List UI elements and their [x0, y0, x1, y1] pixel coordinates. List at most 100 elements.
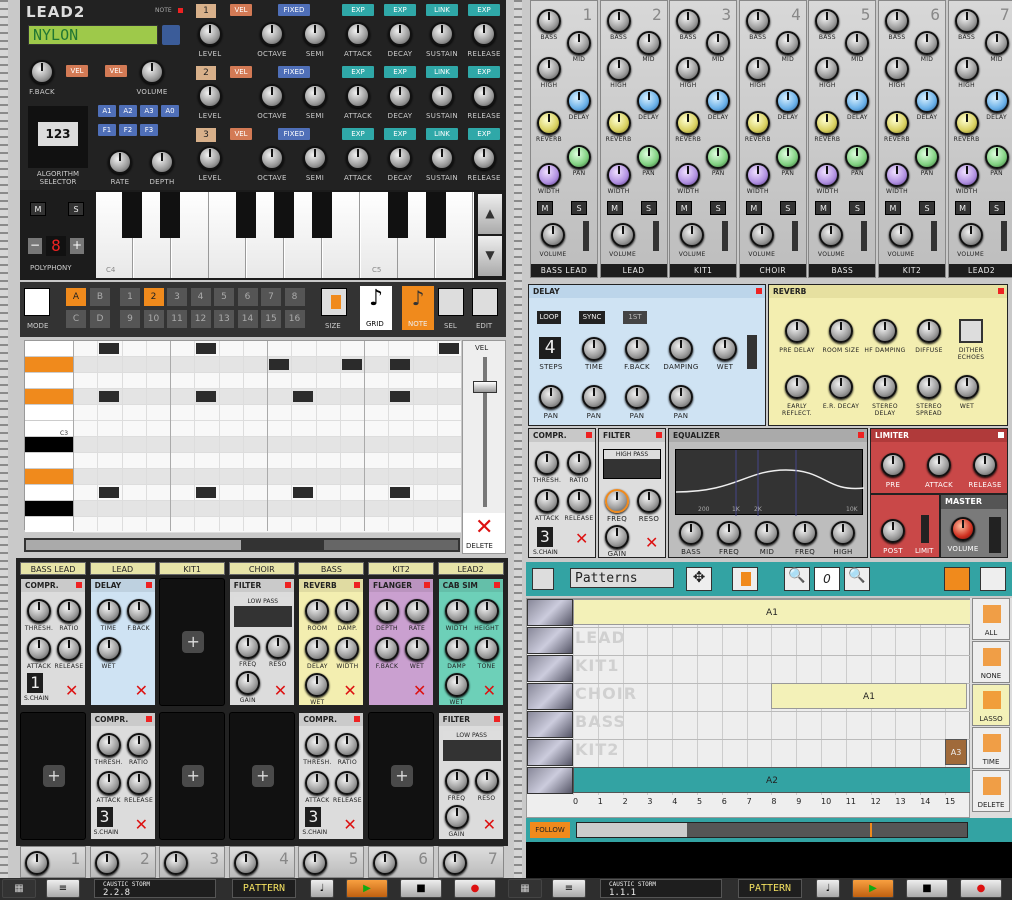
operator-1-octave-knob[interactable]	[260, 22, 284, 46]
master-filter-mode[interactable]: HIGH PASS	[604, 450, 660, 459]
sequencer-grid-icon[interactable]	[532, 568, 554, 590]
eq-bass-knob[interactable]	[679, 521, 703, 545]
mixer-bass-knob[interactable]	[815, 9, 840, 33]
channel-label-4[interactable]: CHOIR	[228, 562, 295, 575]
black-key[interactable]	[388, 192, 408, 238]
effect-knob[interactable]	[27, 599, 51, 623]
mixer-bass-knob[interactable]	[885, 9, 909, 33]
delay-wet-knob[interactable]	[713, 337, 737, 361]
mixer-mid-knob[interactable]	[915, 31, 939, 55]
poly-plus-button[interactable]: +	[70, 238, 84, 254]
mixer-reverb-knob[interactable]	[606, 111, 631, 135]
black-key[interactable]	[274, 192, 294, 238]
effect-enable-led[interactable]	[354, 582, 361, 588]
effect-knob[interactable]	[305, 637, 330, 661]
mixer-mid-knob[interactable]	[567, 31, 591, 55]
effect-knob[interactable]	[375, 599, 399, 623]
master-filter-reso-knob[interactable]	[637, 489, 661, 513]
effect-enable-led[interactable]	[145, 716, 152, 722]
mixer-mute-button[interactable]: M	[606, 201, 623, 215]
operator-3-decay-knob[interactable]	[388, 146, 412, 170]
strip-volume-knob[interactable]	[233, 851, 258, 875]
clip-kit2-a3[interactable]: A3	[945, 739, 967, 765]
effect-knob[interactable]	[96, 599, 121, 623]
pattern-12-button[interactable]: 12	[190, 310, 211, 328]
mixer-mid-knob[interactable]	[845, 31, 870, 55]
eq-graph[interactable]: 200 1K 2K 10K	[675, 449, 865, 516]
effect-enable-led[interactable]	[284, 582, 291, 588]
pattern-14-button[interactable]: 14	[237, 310, 258, 328]
mixer-bass-knob[interactable]	[954, 9, 979, 33]
pattern-5-button[interactable]: 5	[214, 288, 234, 306]
filter-mode[interactable]: LOW PASS	[233, 597, 292, 606]
pattern-7-button[interactable]: 7	[261, 288, 281, 306]
effect-enable-led[interactable]	[493, 716, 500, 722]
channel-label-5[interactable]: BASS	[298, 562, 365, 575]
lfo-f1-button[interactable]: F1	[98, 124, 116, 136]
operator-1-vel-button[interactable]: VEL	[230, 4, 252, 16]
hamburger-menu-icon[interactable]: ≡	[46, 879, 80, 898]
empty-effect-slot[interactable]: +	[159, 712, 226, 840]
note-block[interactable]	[390, 487, 411, 498]
operator-3-release-knob[interactable]	[472, 146, 496, 170]
stop-icon[interactable]: ■	[400, 879, 442, 898]
black-key[interactable]	[236, 192, 256, 238]
operator-2-decay-knob[interactable]	[388, 84, 412, 108]
pattern-song-mode-toggle[interactable]: PATTERN	[232, 879, 296, 898]
mixer-reverb-knob[interactable]	[676, 111, 701, 135]
reverb-led[interactable]	[998, 288, 1004, 294]
mixer-delay-knob[interactable]	[915, 89, 939, 113]
black-key[interactable]	[160, 192, 180, 238]
mixer-mid-knob[interactable]	[706, 31, 731, 55]
size-button[interactable]	[321, 288, 347, 316]
mixer-pan-knob[interactable]	[567, 145, 591, 169]
remove-effect-icon[interactable]: ✕	[135, 681, 148, 700]
effect-knob[interactable]	[96, 733, 121, 757]
mixer-high-knob[interactable]	[745, 57, 770, 81]
operator-1-exp-1-button[interactable]: EXP	[384, 4, 416, 16]
reverb-knob2-0[interactable]	[785, 375, 809, 399]
mixer-channel-name[interactable]: KIT2	[879, 264, 945, 277]
delay-pan2-knob[interactable]	[582, 385, 606, 409]
bank-A-button[interactable]: A	[66, 288, 86, 306]
master-filter-remove-icon[interactable]: ✕	[645, 533, 658, 552]
mixer-mute-button[interactable]: M	[885, 201, 901, 215]
mixer-solo-button[interactable]: S	[640, 201, 657, 215]
piano-roll-grid[interactable]	[24, 340, 461, 533]
mixer-mute-button[interactable]: M	[954, 201, 971, 215]
strip-volume-knob[interactable]	[373, 851, 397, 875]
operator-1-fixed-button[interactable]: FIXED	[278, 4, 310, 16]
strip-volume-knob[interactable]	[94, 851, 119, 875]
reverb-knob2-2[interactable]	[873, 375, 897, 399]
mixer-pan-knob[interactable]	[775, 145, 800, 169]
octave-up-button[interactable]: ▲	[478, 194, 502, 234]
channel-label-6[interactable]: KIT2	[368, 562, 434, 575]
mixer-mid-knob[interactable]	[984, 31, 1009, 55]
piano-roll-key[interactable]	[25, 517, 73, 533]
effect-knob[interactable]	[444, 673, 469, 697]
dither-echoes-toggle[interactable]	[959, 319, 983, 343]
note-block[interactable]	[341, 359, 362, 370]
effect-knob[interactable]	[126, 771, 151, 795]
operator-3-exp-3-button[interactable]: EXP	[468, 128, 500, 140]
operator-3-vel-button[interactable]: VEL	[230, 128, 252, 140]
mixer-mid-knob[interactable]	[775, 31, 800, 55]
mixer-solo-button[interactable]: S	[988, 201, 1005, 215]
operator-3-link-2-button[interactable]: LINK	[426, 128, 458, 140]
piano-keyboard[interactable]	[96, 192, 474, 278]
mixer-mid-knob[interactable]	[636, 31, 661, 55]
operator-2-exp-1-button[interactable]: EXP	[384, 66, 416, 78]
song-display[interactable]: CAUSTIC STORM 2.2.8	[94, 879, 216, 898]
save-preset-icon[interactable]	[162, 25, 180, 45]
eq-mid-knob[interactable]	[755, 521, 779, 545]
move-icon[interactable]: ✥	[686, 567, 712, 591]
copy-icon[interactable]	[732, 567, 758, 591]
side-none-button[interactable]: NONE	[972, 641, 1010, 683]
black-key[interactable]	[426, 192, 446, 238]
play-icon[interactable]: ▶	[346, 879, 388, 898]
reverb-wet-knob[interactable]	[955, 375, 979, 399]
add-effect-icon[interactable]: +	[182, 765, 205, 787]
strip-volume-knob[interactable]	[25, 851, 49, 875]
operator-3-fixed-button[interactable]: FIXED	[278, 128, 310, 140]
zoom-in-icon[interactable]: 🔍	[844, 567, 870, 591]
